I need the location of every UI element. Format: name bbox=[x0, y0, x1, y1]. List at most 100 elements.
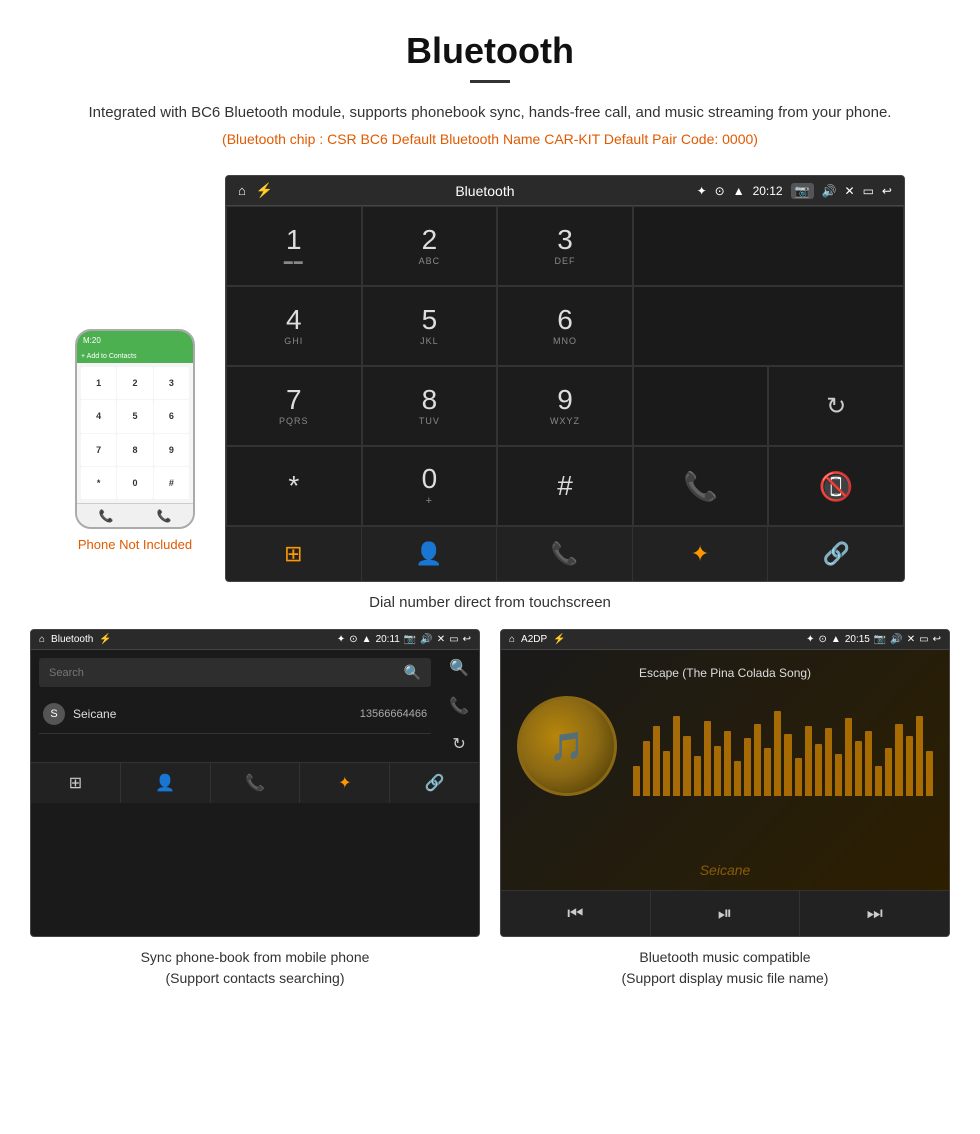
phonebook-main: Search 🔍 S Seicane 13566664466 bbox=[31, 650, 439, 762]
dial-key-8[interactable]: 8 TUV bbox=[362, 366, 498, 446]
fn-bluetooth-button[interactable]: ✦ bbox=[633, 527, 769, 581]
a2dp-camera-icon[interactable]: 📷 bbox=[874, 634, 886, 645]
usb-icon: ⚡ bbox=[256, 182, 273, 199]
page-title: Bluetooth bbox=[60, 30, 920, 72]
eq-bar bbox=[673, 716, 680, 796]
pb-volume-icon[interactable]: 🔊 bbox=[420, 634, 432, 645]
song-title: Escape (The Pina Colada Song) bbox=[517, 666, 933, 680]
a2dp-location-icon: ⊙ bbox=[819, 634, 827, 645]
eq-bar bbox=[906, 736, 913, 796]
title-divider bbox=[470, 80, 510, 83]
a2dp-volume-icon[interactable]: 🔊 bbox=[890, 634, 902, 645]
dial-key-2[interactable]: 2 ABC bbox=[362, 206, 498, 286]
a2dp-status-right: ✦ ⊙ ▲ 20:15 📷 🔊 ✕ ▭ ↩ bbox=[806, 634, 941, 645]
eq-bar bbox=[825, 728, 832, 796]
pb-fn-user[interactable]: 👤 bbox=[121, 763, 211, 803]
eq-bar bbox=[683, 736, 690, 796]
prev-track-button[interactable]: ⏮ bbox=[501, 891, 651, 936]
dial-call-button[interactable]: 📞 bbox=[633, 446, 769, 526]
album-art-area: 🎵 bbox=[517, 696, 933, 796]
eq-bar bbox=[704, 721, 711, 796]
a2dp-close-icon[interactable]: ✕ bbox=[907, 634, 915, 645]
dial-end-button[interactable]: 📵 bbox=[768, 446, 904, 526]
side-refresh-icon[interactable]: ↻ bbox=[452, 734, 465, 754]
eq-bar bbox=[744, 738, 751, 796]
dial-key-4[interactable]: 4 GHI bbox=[226, 286, 362, 366]
dial-key-6[interactable]: 6 MNO bbox=[497, 286, 633, 366]
phonebook-body: Search 🔍 S Seicane 13566664466 🔍 📞 ↻ bbox=[31, 650, 479, 762]
pb-location-icon: ⊙ bbox=[349, 634, 357, 645]
phone-key-hash: # bbox=[154, 467, 189, 499]
close-icon[interactable]: ✕ bbox=[845, 184, 855, 198]
dial-key-hash[interactable]: # bbox=[497, 446, 633, 526]
a2dp-screen: ⌂ A2DP ⚡ ✦ ⊙ ▲ 20:15 📷 🔊 ✕ ▭ ↩ E bbox=[500, 629, 950, 937]
search-placeholder: Search bbox=[49, 667, 84, 679]
pb-fn-grid[interactable]: ⊞ bbox=[31, 763, 121, 803]
fn-link-button[interactable]: 🔗 bbox=[768, 527, 904, 581]
camera-icon[interactable]: 📷 bbox=[791, 183, 814, 199]
dial-key-star[interactable]: * bbox=[226, 446, 362, 526]
signal-icon: ▲ bbox=[733, 184, 745, 198]
pb-close-icon[interactable]: ✕ bbox=[437, 634, 445, 645]
phone-screen-content: 1 2 3 4 5 6 7 8 9 * 0 # bbox=[77, 363, 193, 503]
a2dp-status-left: ⌂ A2DP ⚡ bbox=[509, 634, 566, 645]
phone-key-7: 7 bbox=[81, 434, 116, 466]
phonebook-screen: ⌂ Bluetooth ⚡ ✦ ⊙ ▲ 20:11 📷 🔊 ✕ ▭ ↩ bbox=[30, 629, 480, 937]
pb-time: 20:11 bbox=[376, 634, 400, 645]
eq-bar bbox=[784, 734, 791, 796]
play-pause-button[interactable]: ⏯ bbox=[651, 891, 801, 936]
a2dp-back-icon[interactable]: ↩ bbox=[933, 634, 941, 645]
phonebook-home-icon[interactable]: ⌂ bbox=[39, 634, 45, 645]
phonebook-status-right: ✦ ⊙ ▲ 20:11 📷 🔊 ✕ ▭ ↩ bbox=[337, 634, 471, 645]
a2dp-bt-icon: ✦ bbox=[806, 634, 814, 645]
eq-bar bbox=[855, 741, 862, 796]
dial-refresh-button[interactable]: ↻ bbox=[768, 366, 904, 446]
dial-key-9[interactable]: 9 WXYZ bbox=[497, 366, 633, 446]
a2dp-app-title: A2DP bbox=[521, 634, 547, 645]
phone-top-bar: M:20 bbox=[77, 331, 193, 349]
pb-camera-icon[interactable]: 📷 bbox=[404, 634, 416, 645]
pb-window-icon[interactable]: ▭ bbox=[449, 634, 458, 645]
phonebook-card: ⌂ Bluetooth ⚡ ✦ ⊙ ▲ 20:11 📷 🔊 ✕ ▭ ↩ bbox=[30, 629, 480, 993]
next-track-button[interactable]: ⏭ bbox=[800, 891, 949, 936]
side-search-icon[interactable]: 🔍 bbox=[449, 658, 469, 678]
window-icon[interactable]: ▭ bbox=[863, 184, 874, 198]
eq-bar bbox=[694, 756, 701, 796]
search-bar[interactable]: Search 🔍 bbox=[39, 658, 431, 687]
fn-phone-button[interactable]: 📞 bbox=[497, 527, 633, 581]
dial-display-area bbox=[633, 206, 904, 286]
contact-row[interactable]: S Seicane 13566664466 bbox=[39, 695, 431, 734]
a2dp-controls: ⏮ ⏯ ⏭ bbox=[501, 890, 949, 936]
pb-fn-bt[interactable]: ✦ bbox=[300, 763, 390, 803]
dial-key-3[interactable]: 3 DEF bbox=[497, 206, 633, 286]
phonebook-side-icons: 🔍 📞 ↻ bbox=[439, 650, 479, 762]
time-display: 20:12 bbox=[753, 184, 783, 198]
dial-key-0[interactable]: 0 + bbox=[362, 446, 498, 526]
fn-contacts-button[interactable]: 👤 bbox=[362, 527, 498, 581]
dial-key-7[interactable]: 7 PQRS bbox=[226, 366, 362, 446]
pb-fn-phone[interactable]: 📞 bbox=[211, 763, 301, 803]
pb-back-icon[interactable]: ↩ bbox=[463, 634, 471, 645]
home-icon[interactable]: ⌂ bbox=[238, 183, 246, 198]
main-screenshot-area: M:20 + Add to Contacts 1 2 3 4 5 6 7 8 9… bbox=[0, 175, 980, 582]
search-icon: 🔍 bbox=[404, 664, 421, 681]
dial-key-5[interactable]: 5 JKL bbox=[362, 286, 498, 366]
phone-key-star: * bbox=[81, 467, 116, 499]
side-call-icon[interactable]: 📞 bbox=[449, 696, 469, 716]
a2dp-home-icon[interactable]: ⌂ bbox=[509, 634, 515, 645]
a2dp-card: ⌂ A2DP ⚡ ✦ ⊙ ▲ 20:15 📷 🔊 ✕ ▭ ↩ E bbox=[500, 629, 950, 993]
album-art: 🎵 bbox=[517, 696, 617, 796]
a2dp-time: 20:15 bbox=[845, 634, 870, 645]
pb-fn-link[interactable]: 🔗 bbox=[390, 763, 479, 803]
eq-bar bbox=[865, 731, 872, 796]
phone-bottom-bar: 📞 📞 bbox=[77, 503, 193, 527]
page-description: Integrated with BC6 Bluetooth module, su… bbox=[60, 101, 920, 125]
dial-key-1[interactable]: 1 ▬▬ bbox=[226, 206, 362, 286]
eq-bar bbox=[724, 731, 731, 796]
back-icon[interactable]: ↩ bbox=[882, 184, 892, 198]
fn-grid-button[interactable]: ⊞ bbox=[226, 527, 362, 581]
a2dp-window-icon[interactable]: ▭ bbox=[919, 634, 928, 645]
android-dial-screen: ⌂ ⚡ Bluetooth ✦ ⊙ ▲ 20:12 📷 🔊 ✕ ▭ ↩ 1 ▬▬ bbox=[225, 175, 905, 582]
volume-icon[interactable]: 🔊 bbox=[822, 184, 837, 198]
phone-not-included-label: Phone Not Included bbox=[78, 537, 192, 552]
